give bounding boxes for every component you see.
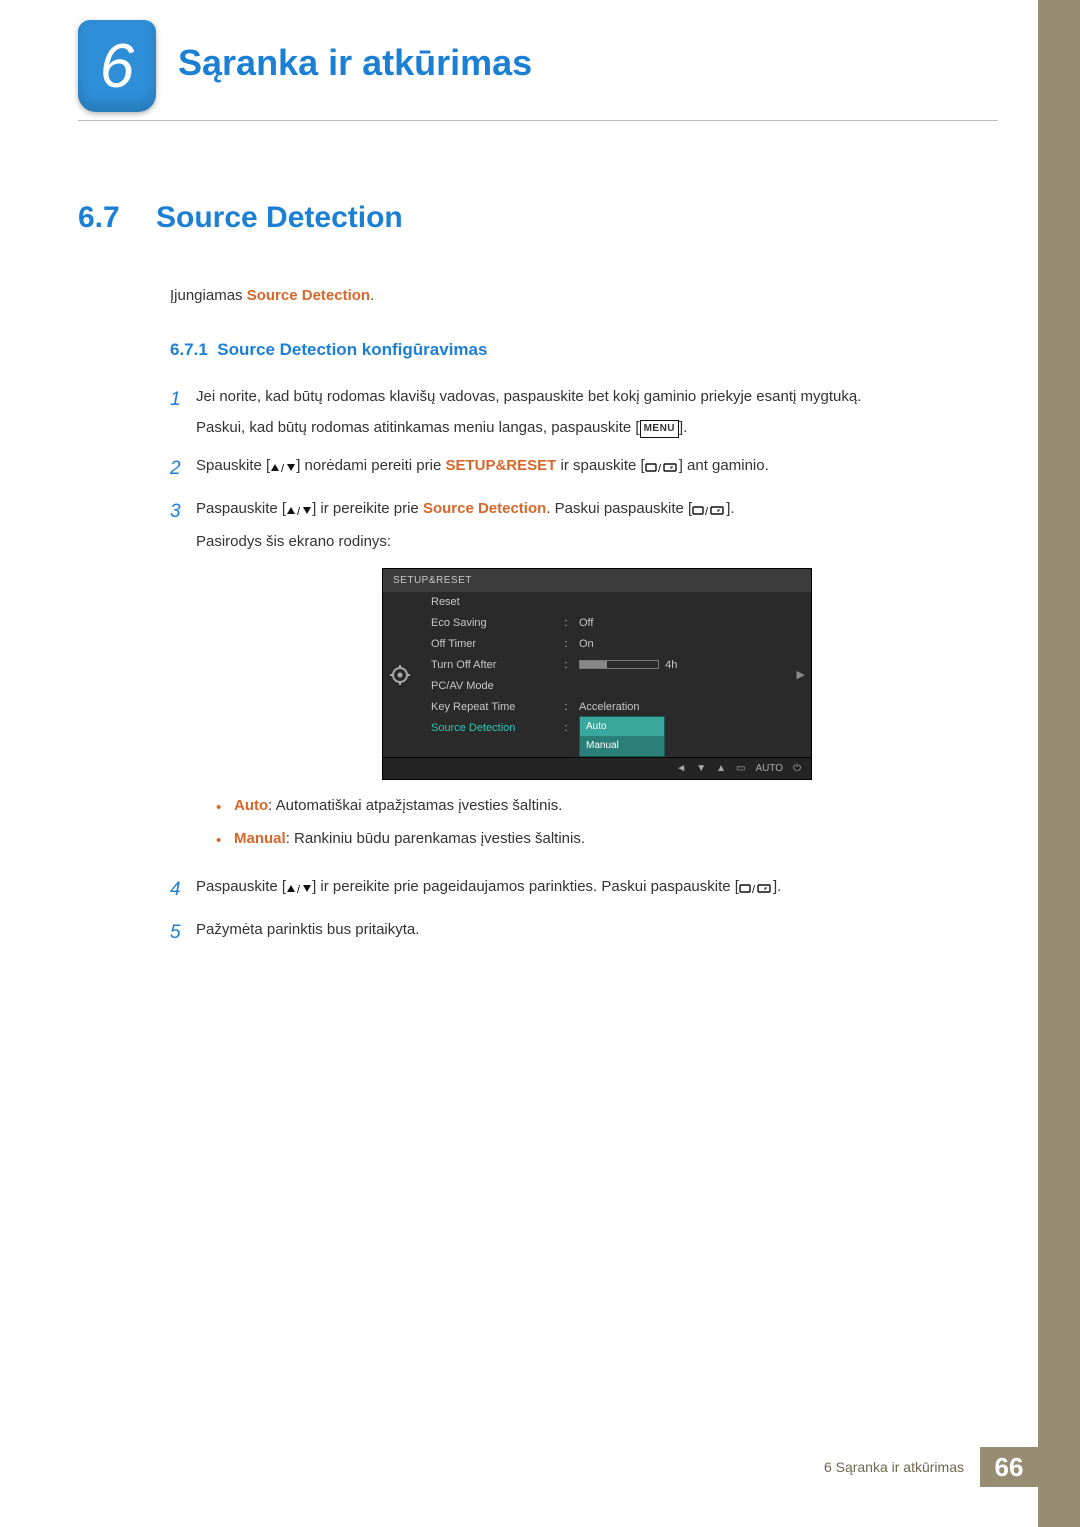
up-down-icon: / bbox=[270, 456, 296, 479]
nav-up-icon: ▲ bbox=[716, 761, 726, 777]
svg-text:/: / bbox=[658, 463, 662, 474]
nav-down-icon: ▼ bbox=[696, 761, 706, 777]
osd-dropdown: Auto Manual bbox=[579, 716, 665, 757]
nav-left-icon: ◄ bbox=[676, 761, 686, 777]
step-4: 4 Paspauskite [/] ir pereikite prie page… bbox=[170, 875, 998, 904]
step-3: 3 Paspauskite [/] ir pereikite prie Sour… bbox=[170, 497, 998, 861]
nav-enter-icon: ▭ bbox=[736, 761, 745, 777]
osd-screenshot: SETUP&RESET Reset Eco Saving:Off Off Tim… bbox=[196, 568, 998, 781]
chevron-right-icon: ▶ bbox=[797, 667, 805, 684]
term-source-detection: Source Detection bbox=[247, 287, 370, 304]
chapter-badge: 6 bbox=[78, 20, 156, 112]
svg-text:/: / bbox=[297, 884, 301, 895]
source-enter-icon: / bbox=[739, 877, 773, 900]
source-enter-icon: / bbox=[692, 499, 726, 522]
intro-line: Įjungiamas Source Detection. bbox=[170, 284, 998, 307]
content: 6.7Source Detection Įjungiamas Source De… bbox=[78, 195, 998, 961]
svg-text:/: / bbox=[752, 884, 756, 895]
menu-button-icon: MENU bbox=[640, 420, 679, 438]
section-heading: 6.7Source Detection bbox=[78, 195, 998, 242]
section-number: 6.7 bbox=[78, 195, 156, 242]
page-footer: 6 Sąranka ir atkūrimas 66 bbox=[808, 1447, 1038, 1487]
side-stripe bbox=[1038, 0, 1080, 1527]
term-setup-reset: SETUP&RESET bbox=[445, 457, 556, 474]
steps: 1 Jei norite, kad būtų rodomas klavišų v… bbox=[170, 385, 998, 947]
osd-footer: ◄ ▼ ▲ ▭ AUTO ⏻ bbox=[383, 757, 811, 780]
subsection-heading: 6.7.1 Source Detection konfigūravimas bbox=[170, 337, 998, 363]
up-down-icon: / bbox=[286, 499, 312, 522]
gear-icon bbox=[383, 589, 417, 762]
svg-text:/: / bbox=[281, 463, 285, 474]
chapter-title: Sąranka ir atkūrimas bbox=[178, 42, 532, 84]
osd-title: SETUP&RESET bbox=[383, 569, 811, 593]
step-1: 1 Jei norite, kad būtų rodomas klavišų v… bbox=[170, 385, 998, 440]
section-title: Source Detection bbox=[156, 201, 403, 234]
footer-chapter: 6 Sąranka ir atkūrimas bbox=[808, 1447, 980, 1487]
page-number: 66 bbox=[980, 1447, 1038, 1487]
power-icon: ⏻ bbox=[793, 761, 801, 777]
option-bullets: Auto: Automatiškai atpažįstamas įvesties… bbox=[216, 794, 998, 851]
divider bbox=[78, 120, 998, 121]
svg-text:/: / bbox=[705, 506, 709, 517]
step-2: 2 Spauskite [/] norėdami pereiti prie SE… bbox=[170, 454, 998, 483]
nav-auto-label: AUTO bbox=[755, 761, 783, 777]
step-5: 5 Pažymėta parinktis bus pritaikyta. bbox=[170, 918, 998, 947]
svg-text:/: / bbox=[297, 506, 301, 517]
chapter-number: 6 bbox=[100, 31, 134, 102]
source-enter-icon: / bbox=[645, 456, 679, 479]
up-down-icon: / bbox=[286, 877, 312, 900]
